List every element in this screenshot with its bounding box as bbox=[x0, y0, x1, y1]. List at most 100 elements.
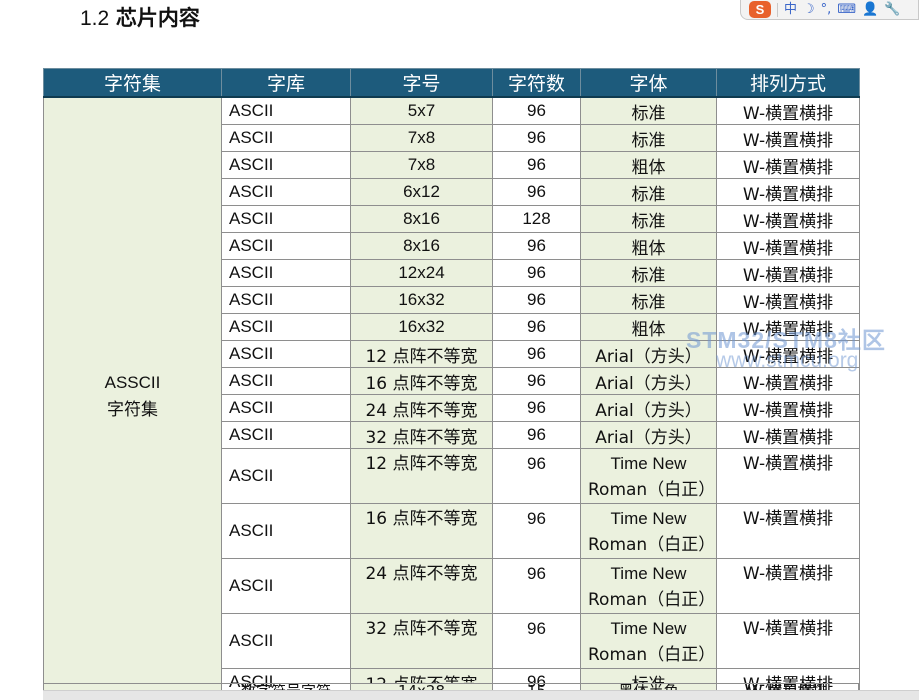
sogou-logo-icon[interactable]: S bbox=[749, 1, 771, 18]
cell-count: 96 bbox=[492, 421, 581, 449]
cell-font: 标准 bbox=[580, 286, 717, 314]
cell-lib: ASCII bbox=[221, 613, 351, 669]
font-table: 字符集 字库 字号 字符数 字体 排列方式 ASSCII 字符集 ASCII 5… bbox=[43, 68, 860, 696]
cell-count: 96 bbox=[492, 124, 581, 152]
cell-lib: ASCII bbox=[221, 503, 351, 559]
cell-order: W-横置横排 bbox=[716, 205, 860, 233]
cell-lib: ASCII bbox=[221, 259, 351, 287]
punctuation-icon[interactable]: °, bbox=[821, 1, 832, 19]
cell-order: W-横置横排 bbox=[716, 313, 860, 341]
cell-font-line1: Time New bbox=[610, 454, 687, 473]
ime-toolbar[interactable]: S 中 ☽ °, ⌨ 👤 🔧 bbox=[740, 0, 919, 20]
cell-order: W-横置横排 bbox=[716, 367, 860, 395]
cell-order: W-横置横排 bbox=[716, 232, 860, 260]
cell-size: 6x12 bbox=[350, 178, 493, 206]
cell-lib: ASCII bbox=[221, 313, 351, 341]
cell-font: 标准 bbox=[580, 96, 717, 125]
cell-size: 5x7 bbox=[350, 96, 493, 125]
table-row: ASSCII 字符集 ASCII 5x7 96 标准 W-横置横排 bbox=[43, 96, 860, 696]
cell-font: 标准 bbox=[580, 205, 717, 233]
cell-font-line1: Time New bbox=[610, 564, 687, 583]
cell-lib: ASCII bbox=[221, 340, 351, 368]
header-library: 字库 bbox=[221, 68, 351, 98]
charset-label-line1: ASSCII bbox=[104, 373, 161, 392]
header-size: 字号 bbox=[350, 68, 493, 98]
cell-order: W-横置横排 bbox=[716, 96, 860, 125]
cell-size: 8x16 bbox=[350, 205, 493, 233]
table-header-row: 字符集 字库 字号 字符数 字体 排列方式 bbox=[43, 68, 860, 98]
cell-order: W-横置横排 bbox=[716, 151, 860, 179]
cell-count: 96 bbox=[492, 151, 581, 179]
cell-count: 96 bbox=[492, 503, 581, 559]
charset-label-line2: 字符集 bbox=[107, 400, 158, 420]
cell-font-line2: Roman（白正） bbox=[588, 590, 716, 610]
cell-font: Arial（方头） bbox=[580, 394, 717, 422]
cell-size: 7x8 bbox=[350, 151, 493, 179]
section-heading: 1.2 芯片内容 bbox=[80, 2, 200, 32]
cell-size: 12 点阵不等宽 bbox=[350, 448, 493, 504]
cell-lib: ASCII bbox=[221, 421, 351, 449]
cell-font: 标准 bbox=[580, 124, 717, 152]
cell-lib: ASCII bbox=[221, 232, 351, 260]
cell-lib: ASCII bbox=[221, 558, 351, 614]
header-count: 字符数 bbox=[492, 68, 581, 98]
cell-font-line2: Roman（白正） bbox=[588, 535, 716, 555]
cell-lib: ASCII bbox=[221, 96, 351, 125]
cell-count: 96 bbox=[492, 178, 581, 206]
cell-order: W-横置横排 bbox=[716, 613, 860, 669]
cell-lib: ASCII bbox=[221, 448, 351, 504]
cell-lib: ASCII bbox=[221, 367, 351, 395]
cell-count: 96 bbox=[492, 613, 581, 669]
cell-count: 96 bbox=[492, 286, 581, 314]
cell-font: 粗体 bbox=[580, 151, 717, 179]
cell-size: 16 点阵不等宽 bbox=[350, 503, 493, 559]
cell-order: W-横置横排 bbox=[716, 178, 860, 206]
chinese-mode-icon[interactable]: 中 bbox=[784, 1, 797, 19]
cell-count: 96 bbox=[492, 340, 581, 368]
cell-font: Time New Roman（白正） bbox=[580, 503, 717, 559]
header-charset: 字符集 bbox=[43, 68, 222, 98]
cell-font: Arial（方头） bbox=[580, 340, 717, 368]
cell-size: 16x32 bbox=[350, 286, 493, 314]
moon-icon[interactable]: ☽ bbox=[803, 1, 815, 19]
cell-font: Arial（方头） bbox=[580, 367, 717, 395]
cell-count: 96 bbox=[492, 313, 581, 341]
cell-size: 24 点阵不等宽 bbox=[350, 558, 493, 614]
cell-font: 标准 bbox=[580, 178, 717, 206]
cell-count: 96 bbox=[492, 558, 581, 614]
cell-order: W-横置横排 bbox=[716, 448, 860, 504]
cell-lib: ASCII bbox=[221, 394, 351, 422]
section-title: 芯片内容 bbox=[115, 6, 200, 30]
user-icon[interactable]: 👤 bbox=[862, 1, 878, 19]
cell-size: 32 点阵不等宽 bbox=[350, 613, 493, 669]
cell-lib: ASCII bbox=[221, 205, 351, 233]
cell-font-line1: Time New bbox=[610, 509, 687, 528]
cell-lib: ASCII bbox=[221, 178, 351, 206]
cell-size: 12x24 bbox=[350, 259, 493, 287]
cell-order: W-横置横排 bbox=[716, 421, 860, 449]
cell-font-line1: Time New bbox=[610, 619, 687, 638]
cell-count: 96 bbox=[492, 259, 581, 287]
cell-order: W-横置横排 bbox=[716, 340, 860, 368]
cell-order: W-横置横排 bbox=[716, 286, 860, 314]
cell-size: 32 点阵不等宽 bbox=[350, 421, 493, 449]
cell-lib: ASCII bbox=[221, 151, 351, 179]
header-font: 字体 bbox=[580, 68, 717, 98]
cell-font: Time New Roman（白正） bbox=[580, 613, 717, 669]
cell-count: 96 bbox=[492, 394, 581, 422]
cell-count: 96 bbox=[492, 367, 581, 395]
cell-font: 粗体 bbox=[580, 313, 717, 341]
cell-count: 96 bbox=[492, 448, 581, 504]
cell-order: W-横置横排 bbox=[716, 124, 860, 152]
cell-order: W-横置横排 bbox=[716, 259, 860, 287]
keyboard-icon[interactable]: ⌨ bbox=[837, 1, 856, 19]
wrench-icon[interactable]: 🔧 bbox=[884, 1, 900, 19]
cell-size: 7x8 bbox=[350, 124, 493, 152]
cell-font-line2: Roman（白正） bbox=[588, 645, 716, 665]
cell-size: 16x32 bbox=[350, 313, 493, 341]
charset-group-cell: ASSCII 字符集 bbox=[43, 96, 222, 696]
cell-font: Time New Roman（白正） bbox=[580, 448, 717, 504]
cell-font: Arial（方头） bbox=[580, 421, 717, 449]
cell-font-line2: Roman（白正） bbox=[588, 480, 716, 500]
cell-size: 16 点阵不等宽 bbox=[350, 367, 493, 395]
